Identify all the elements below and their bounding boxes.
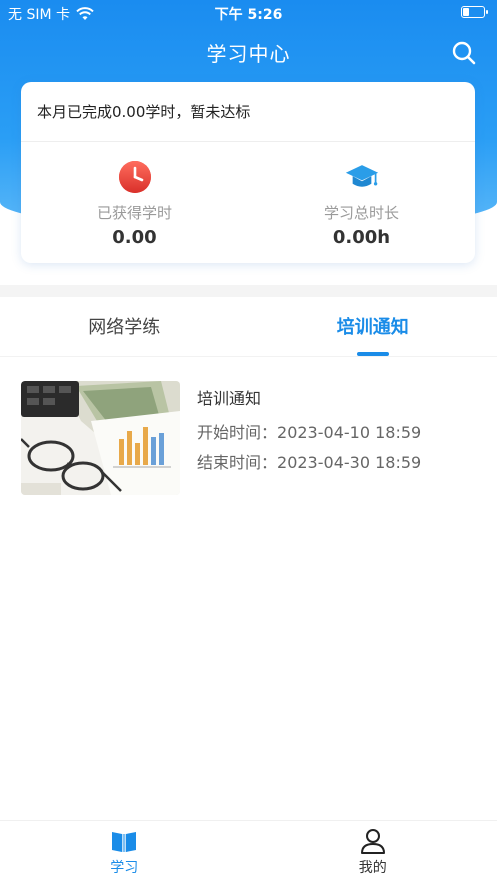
start-time-label: 开始时间： — [197, 423, 278, 442]
tabbar-item-study[interactable]: 学习 — [0, 821, 249, 883]
notice-list-item[interactable]: 培训通知 开始时间：2023-04-10 18:59 结束时间：2023-04-… — [21, 381, 481, 496]
status-bar: 无 SIM 卡 下午 5:26 — [0, 0, 497, 26]
tabbar-label: 学习 — [110, 860, 139, 876]
tabbar-label: 我的 — [358, 860, 387, 876]
stat-label: 学习总时长 — [323, 204, 399, 222]
page-title: 学习中心 — [206, 42, 291, 66]
content-tabs: 网络学练 培训通知 — [0, 297, 497, 357]
stat-total-duration: 学习总时长 0.00h — [248, 142, 475, 262]
search-icon — [452, 41, 476, 65]
book-icon — [112, 832, 137, 852]
stat-value: 0.00 — [112, 227, 157, 248]
active-tab-indicator — [356, 352, 389, 356]
monthly-status-text: 本月已完成0.00学时，暂未达标 — [21, 82, 475, 142]
stat-label: 已获得学时 — [96, 204, 172, 222]
tab-online-practice[interactable]: 网络学练 — [0, 297, 249, 356]
clock-icon — [118, 161, 151, 193]
graduation-cap-icon — [345, 165, 378, 187]
bottom-tab-bar: 学习 我的 — [0, 820, 497, 883]
stat-value: 0.00h — [332, 227, 391, 248]
start-time-value: 2023-04-10 18:59 — [277, 423, 422, 442]
tab-label: 培训通知 — [336, 317, 409, 338]
tab-label: 网络学练 — [88, 317, 161, 338]
section-divider — [0, 285, 497, 297]
status-time: 下午 5:26 — [214, 7, 283, 23]
study-summary-card: 本月已完成0.00学时，暂未达标 已获得学时 0.00 学习总时长 0.00h — [21, 82, 475, 263]
notice-start-time: 开始时间：2023-04-10 18:59 — [197, 419, 421, 443]
notice-title: 培训通知 — [197, 389, 262, 408]
person-icon — [360, 829, 385, 854]
tab-training-notice[interactable]: 培训通知 — [249, 297, 497, 356]
stat-earned-hours: 已获得学时 0.00 — [21, 142, 248, 262]
battery-icon — [461, 6, 488, 18]
tabbar-item-mine[interactable]: 我的 — [249, 821, 497, 883]
finance-photo-illustration — [21, 381, 180, 495]
search-button[interactable] — [451, 40, 477, 66]
notice-end-time: 结束时间：2023-04-30 18:59 — [197, 449, 421, 473]
end-time-label: 结束时间： — [197, 453, 278, 472]
stats-row: 已获得学时 0.00 学习总时长 0.00h — [21, 142, 475, 262]
notice-thumbnail — [21, 381, 180, 495]
end-time-value: 2023-04-30 18:59 — [277, 453, 422, 472]
